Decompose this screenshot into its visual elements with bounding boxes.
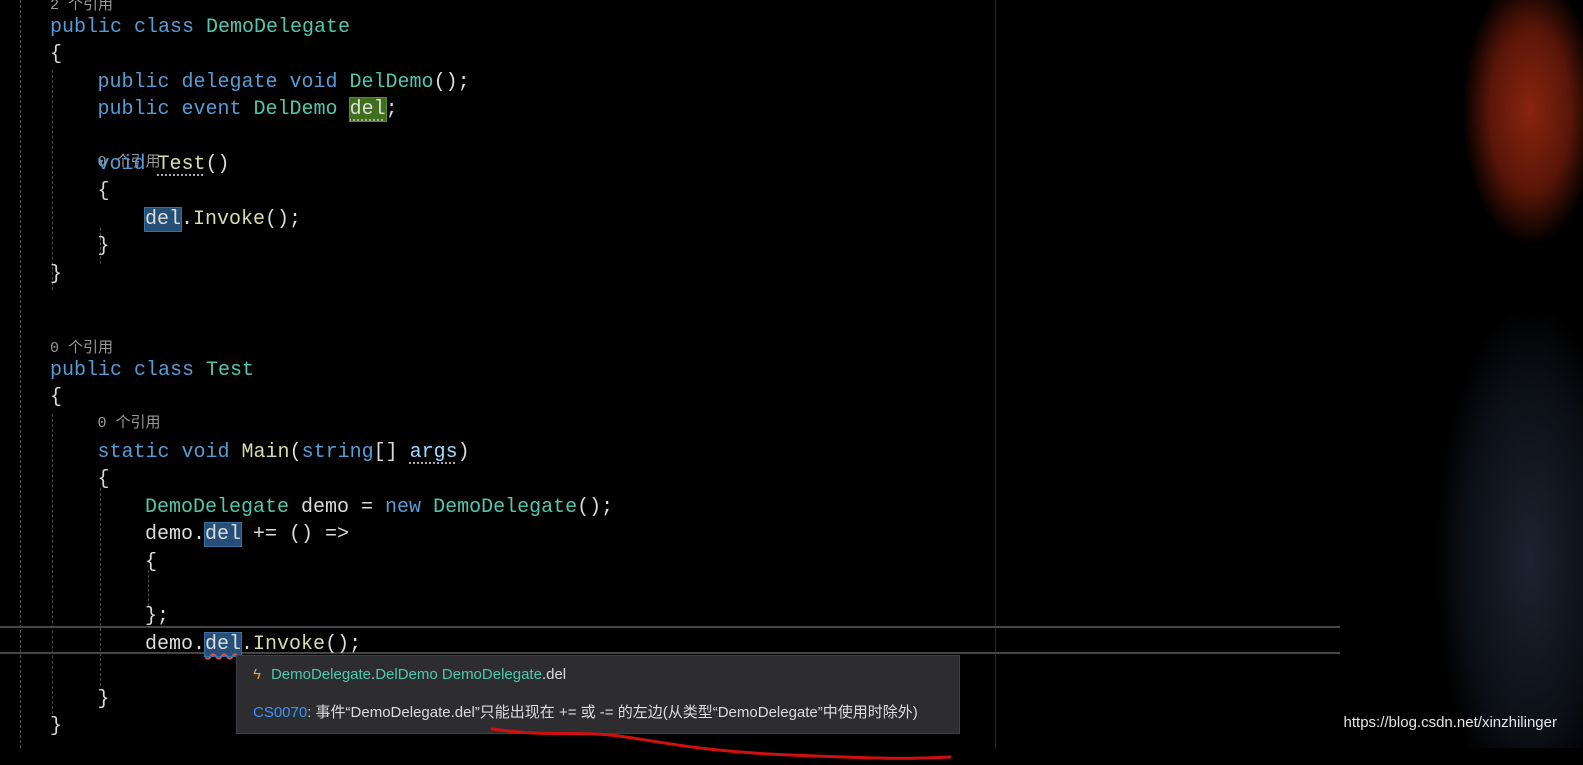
code-token: { — [145, 550, 158, 574]
code-token: void — [97, 153, 158, 176]
code-token: { — [50, 43, 63, 67]
code-token: { — [50, 386, 63, 410]
indent-guide — [100, 488, 101, 686]
codelens-references[interactable]: 2 个引用 — [50, 0, 113, 16]
code-token: Test — [206, 358, 255, 382]
code-token: demo. — [145, 632, 206, 656]
codelens-references[interactable]: 0 个引用 — [98, 414, 161, 434]
code-token: ) — [457, 441, 470, 464]
code-token: (); — [325, 632, 362, 656]
code-token: ; — [385, 98, 398, 122]
code-token: public event — [97, 98, 254, 122]
code-line[interactable]: { — [50, 385, 62, 411]
code-line[interactable]: { — [98, 179, 110, 205]
code-line[interactable]: }; — [145, 604, 169, 630]
code-token: DelDemo — [349, 70, 434, 94]
code-token: { — [97, 468, 110, 492]
code-token: DemoDelegate — [433, 495, 578, 519]
code-token: } — [97, 235, 110, 259]
code-line[interactable]: public delegate void DelDemo(); — [98, 70, 470, 96]
code-token: new — [385, 495, 434, 519]
code-token: demo = — [289, 495, 386, 519]
signature-member: .del — [541, 666, 567, 683]
code-line[interactable]: } — [98, 234, 110, 260]
code-token: . — [181, 207, 194, 231]
code-token: { — [97, 180, 110, 204]
code-token: public class — [50, 358, 207, 382]
indent-guide — [52, 414, 53, 714]
code-line[interactable]: demo.del += () => — [145, 522, 349, 548]
red-annotation-underline — [490, 727, 952, 760]
code-line[interactable]: static void Main(string[] args) — [98, 440, 470, 466]
code-token: }; — [145, 605, 170, 629]
code-token: (); — [433, 70, 470, 94]
code-token: (); — [265, 207, 302, 231]
code-line[interactable]: DemoDelegate demo = new DemoDelegate(); — [145, 495, 613, 521]
code-token: . — [241, 632, 254, 656]
code-line[interactable]: } — [50, 262, 62, 288]
code-line[interactable]: public event DelDemo del; — [98, 97, 398, 123]
tooltip-signature: ϟ DemoDelegate.DelDemo DemoDelegate.del — [253, 666, 566, 683]
code-token: del — [348, 97, 387, 123]
code-line[interactable]: { — [98, 467, 110, 493]
code-line[interactable]: { — [50, 42, 62, 68]
code-line[interactable]: { — [145, 550, 157, 576]
background-image — [1340, 0, 1583, 748]
code-line[interactable]: } — [98, 687, 110, 713]
code-line[interactable]: public class Test — [50, 358, 254, 384]
code-token: del — [204, 631, 243, 657]
code-line[interactable]: del.Invoke(); — [143, 206, 302, 233]
code-token: Main — [241, 441, 290, 464]
code-token: () — [205, 153, 230, 176]
code-token: (); — [577, 495, 614, 519]
error-code-link[interactable]: CS0070 — [253, 704, 307, 721]
code-token: [] — [373, 441, 410, 464]
codelens-references[interactable]: 0 个引用 — [50, 339, 113, 359]
code-line[interactable]: } — [50, 714, 62, 740]
code-token: } — [50, 715, 63, 738]
watermark: https://blog.csdn.net/xinzhilinger — [1343, 714, 1557, 731]
code-line[interactable]: void Test() — [98, 152, 230, 178]
code-token: ( — [289, 441, 302, 464]
code-token: Invoke — [253, 632, 326, 656]
code-token: args — [409, 441, 458, 464]
code-token: del — [204, 522, 243, 548]
code-token: += () => — [241, 523, 350, 547]
indent-guide — [52, 70, 53, 290]
code-token: string — [301, 441, 374, 464]
signature-type[interactable]: DemoDelegate — [271, 666, 371, 683]
code-token: DemoDelegate — [206, 16, 351, 39]
code-token: public class — [50, 16, 207, 39]
code-token: } — [50, 262, 63, 286]
code-token: public delegate void — [97, 70, 350, 94]
lightning-icon: ϟ — [253, 666, 261, 683]
code-token: Invoke — [193, 207, 266, 231]
code-token: del — [143, 206, 183, 232]
signature-delegate[interactable]: DelDemo — [375, 666, 438, 683]
code-line[interactable]: public class DemoDelegate — [50, 15, 350, 41]
code-token: Test — [157, 153, 206, 176]
code-line[interactable]: demo.del.Invoke(); — [145, 631, 362, 658]
signature-owner[interactable]: DemoDelegate — [442, 666, 542, 683]
code-token: DelDemo — [253, 98, 338, 122]
code-token: static void — [97, 441, 242, 464]
code-token: DemoDelegate — [145, 495, 290, 519]
code-token: demo. — [145, 523, 206, 547]
code-token: } — [97, 687, 110, 711]
